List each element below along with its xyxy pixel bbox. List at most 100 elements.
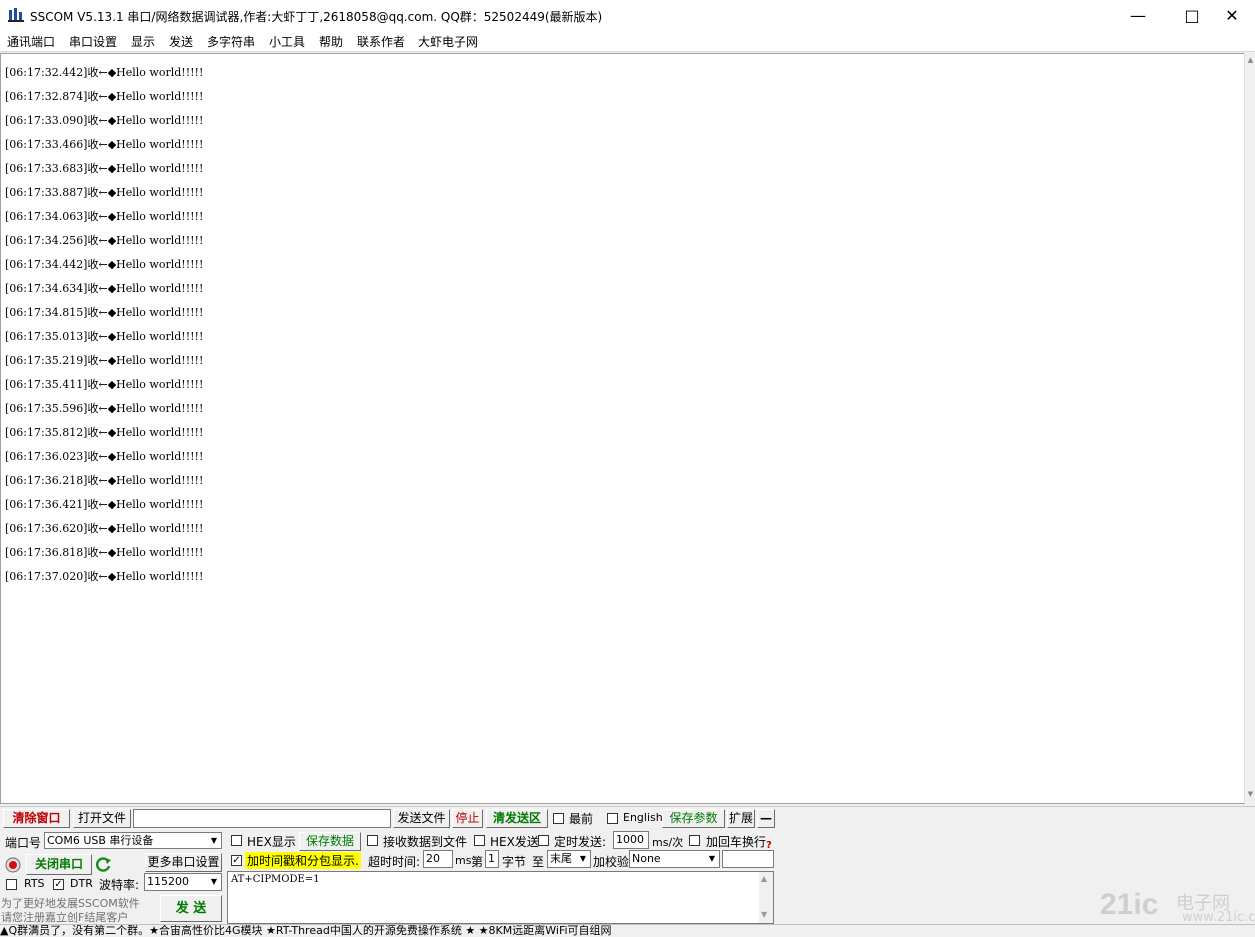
timestamp-checkbox[interactable]: ✓ (231, 855, 242, 866)
port-select-value: COM6 USB 串行设备 (47, 834, 154, 847)
save-data-button[interactable]: 保存数据 (299, 832, 361, 851)
to-label: 至 (532, 855, 545, 869)
help-question-icon[interactable]: ? (766, 840, 772, 851)
checksum-select[interactable]: None ▼ (629, 850, 720, 868)
menu-item-display[interactable]: 显示 (131, 33, 155, 50)
send-scrollbar[interactable]: ▲ ▼ (759, 872, 773, 923)
timeout-label: 超时时间: (368, 855, 421, 869)
refresh-icon[interactable] (95, 856, 112, 873)
clear-window-button[interactable]: 清除窗口 (3, 809, 70, 828)
byte-end-select[interactable]: 末尾 ▼ (547, 850, 591, 868)
timeout-input[interactable]: 20 (423, 850, 453, 868)
interval-unit-label: ms/次 (652, 836, 684, 849)
receive-line: [06:17:34.442]收←◆Hello world!!!!! (5, 258, 204, 271)
file-path-input[interactable] (133, 809, 391, 828)
file-toolbar: 清除窗口 打开文件 发送文件 停止 清发送区 最前 English 保存参数 扩… (0, 806, 1255, 829)
receive-line: [06:17:32.442]收←◆Hello world!!!!! (5, 66, 204, 79)
receive-line: [06:17:35.812]收←◆Hello world!!!!! (5, 426, 204, 439)
english-label: English (623, 811, 663, 824)
byte-end-value: 末尾 (550, 852, 572, 865)
timed-send-label: 定时发送: (554, 835, 607, 849)
timestamp-label: 加时间戳和分包显示. (245, 852, 361, 869)
port-status-indicator-icon (5, 857, 21, 873)
menu-item-send[interactable]: 发送 (169, 33, 193, 50)
clear-send-button[interactable]: 清发送区 (486, 809, 548, 828)
recv-to-file-checkbox[interactable] (367, 835, 378, 846)
maximize-icon: □ (1184, 6, 1200, 25)
open-file-button[interactable]: 打开文件 (73, 809, 131, 828)
receive-line: [06:17:36.218]收←◆Hello world!!!!! (5, 474, 204, 487)
dtr-label: DTR (70, 877, 93, 890)
promo-line-2[interactable]: 请您注册嘉立创F结尾客户 (1, 909, 128, 925)
collapse-button[interactable]: — (757, 809, 775, 828)
menu-bar: 通讯端口 串口设置 显示 发送 多字符串 小工具 帮助 联系作者 大虾电子网 (0, 31, 1255, 52)
watermark-logo: 21ic (1100, 888, 1159, 921)
receive-line: [06:17:34.815]收←◆Hello world!!!!! (5, 306, 204, 319)
scroll-down-icon[interactable]: ▼ (1246, 789, 1255, 799)
window-title: SSCOM V5.13.1 串口/网络数据调试器,作者:大虾丁丁,2618058… (30, 10, 603, 24)
receive-line: [06:17:32.874]收←◆Hello world!!!!! (5, 90, 204, 103)
minimize-icon: — (1130, 6, 1146, 25)
receive-line: [06:17:34.256]收←◆Hello world!!!!! (5, 234, 204, 247)
top-most-checkbox[interactable] (553, 813, 564, 824)
baud-rate-select[interactable]: 115200 ▼ (144, 873, 222, 891)
scroll-up-icon[interactable]: ▲ (761, 874, 767, 883)
expand-button[interactable]: 扩展 (727, 809, 755, 828)
minimize-button[interactable]: — (1115, 0, 1161, 31)
save-params-button[interactable]: 保存参数 (662, 809, 725, 828)
menu-item-serial-settings[interactable]: 串口设置 (69, 33, 117, 50)
status-text: ▲Q群满员了，没有第二个群。★合宙高性价比4G模块 ★RT-Thread中国人的… (0, 924, 612, 937)
menu-item-help[interactable]: 帮助 (319, 33, 343, 50)
baud-rate-value: 115200 (147, 875, 189, 888)
receive-line: [06:17:34.063]收←◆Hello world!!!!! (5, 210, 204, 223)
menu-item-multi-string[interactable]: 多字符串 (207, 33, 255, 50)
more-serial-settings-button[interactable]: 更多串口设置 (145, 853, 222, 872)
stop-button[interactable]: 停止 (452, 809, 483, 828)
app-icon (8, 8, 24, 22)
baud-label: 波特率: (99, 878, 140, 892)
menu-item-contact[interactable]: 联系作者 (357, 33, 405, 50)
control-panel: 端口号 COM6 USB 串行设备 ▼ 关闭串口 更多串口设置 RTS ✓ DT… (0, 829, 1255, 924)
dtr-checkbox[interactable]: ✓ (53, 879, 64, 890)
port-label: 端口号 (5, 836, 42, 850)
checksum-value: None (632, 852, 661, 865)
receive-line: [06:17:36.620]收←◆Hello world!!!!! (5, 522, 204, 535)
receive-line: [06:17:35.596]收←◆Hello world!!!!! (5, 402, 204, 415)
byte-start-input[interactable]: 1 (485, 850, 499, 868)
english-checkbox[interactable] (607, 813, 618, 824)
receive-line: [06:17:33.887]收←◆Hello world!!!!! (5, 186, 204, 199)
close-port-button[interactable]: 关闭串口 (26, 854, 92, 875)
hex-send-label: HEX发送 (490, 835, 539, 849)
timed-send-checkbox[interactable] (538, 835, 549, 846)
hex-display-checkbox[interactable] (231, 835, 242, 846)
rts-checkbox[interactable] (6, 879, 17, 890)
receive-line: [06:17:33.466]收←◆Hello world!!!!! (5, 138, 204, 151)
chevron-down-icon: ▼ (210, 877, 218, 886)
hex-send-checkbox[interactable] (474, 835, 485, 846)
chevron-down-icon: ▼ (210, 836, 218, 845)
receive-line: [06:17:35.411]收←◆Hello world!!!!! (5, 378, 204, 391)
send-text-area[interactable]: AT+CIPMODE=1 (227, 871, 774, 924)
send-file-button[interactable]: 发送文件 (393, 809, 450, 828)
receive-line: [06:17:33.683]收←◆Hello world!!!!! (5, 162, 204, 175)
send-interval-input[interactable]: 1000 (613, 831, 649, 849)
send-text-value: AT+CIPMODE=1 (231, 874, 320, 885)
menu-item-website[interactable]: 大虾电子网 (418, 33, 478, 50)
port-select[interactable]: COM6 USB 串行设备 ▼ (44, 832, 222, 849)
receive-area[interactable]: [06:17:32.442]收←◆Hello world!!!!! [06:17… (0, 53, 1245, 804)
watermark-url: www.21ic.com (1182, 910, 1255, 925)
close-button[interactable]: ✕ (1209, 0, 1255, 31)
checksum-label: 加校验 (593, 855, 630, 869)
byte-label: 字节 (502, 855, 527, 869)
receive-line: [06:17:36.818]收←◆Hello world!!!!! (5, 546, 204, 559)
scroll-up-icon[interactable]: ▲ (1246, 55, 1255, 65)
receive-scrollbar[interactable]: ▲ ▼ (1244, 53, 1255, 802)
receive-line: [06:17:36.023]收←◆Hello world!!!!! (5, 450, 204, 463)
receive-line: [06:17:35.013]收←◆Hello world!!!!! (5, 330, 204, 343)
menu-item-tools[interactable]: 小工具 (269, 33, 305, 50)
send-button[interactable]: 发 送 (160, 895, 222, 922)
scroll-down-icon[interactable]: ▼ (761, 910, 767, 919)
hex-display-label: HEX显示 (247, 835, 296, 849)
menu-item-port[interactable]: 通讯端口 (7, 33, 55, 50)
add-crlf-checkbox[interactable] (689, 835, 700, 846)
